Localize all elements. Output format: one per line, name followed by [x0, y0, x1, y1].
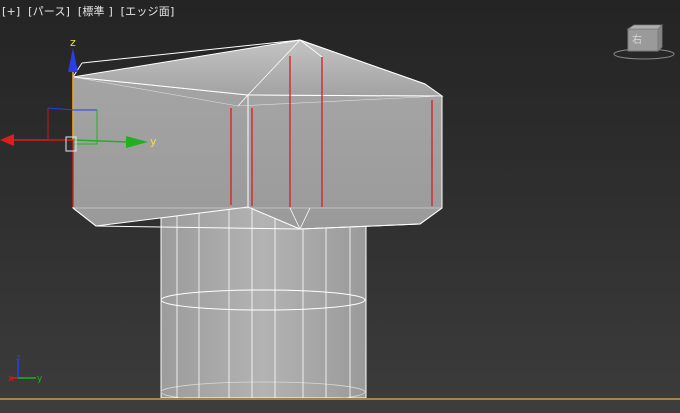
- shaft-cylinder-mesh[interactable]: [160, 203, 367, 403]
- gizmo-y-label: y: [150, 135, 157, 148]
- scene-canvas[interactable]: z y z x y: [0, 0, 680, 413]
- tripod-y-label: y: [37, 374, 43, 384]
- tripod-z-label: z: [16, 353, 21, 363]
- view-cube-face-label[interactable]: 右: [632, 31, 642, 46]
- axis-tripod: z x y: [8, 353, 43, 384]
- tripod-x-label: x: [8, 374, 14, 384]
- viewport-bottom-strip: [0, 400, 680, 413]
- gizmo-z-label: z: [70, 36, 76, 49]
- view-cube[interactable]: 右: [612, 24, 676, 64]
- head-cap-mesh[interactable]: [72, 39, 444, 230]
- gizmo-z-arrow: [68, 48, 78, 72]
- view-cube-icon: [613, 24, 675, 60]
- 3d-viewport[interactable]: [+] [パース] [標準 ] [エッジ面] z y z x y 右: [0, 0, 680, 413]
- gizmo-x-arrow: [0, 134, 14, 146]
